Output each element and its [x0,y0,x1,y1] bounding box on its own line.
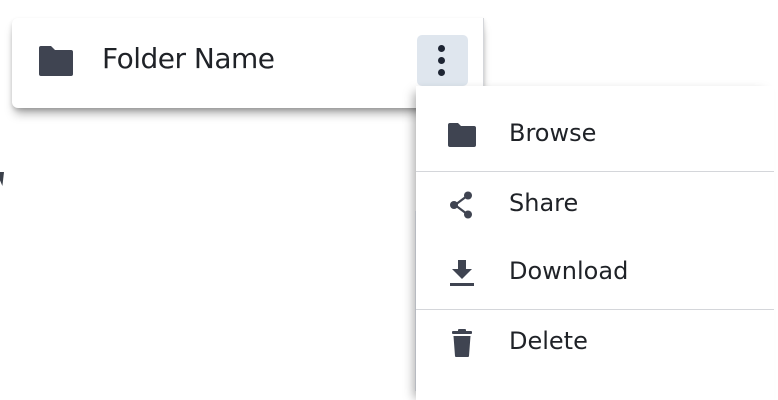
more-options-button[interactable] [417,35,468,86]
more-vertical-icon-dot [438,69,445,76]
folder-icon [37,45,75,77]
folder-name: Folder Name [102,42,275,75]
menu-item-download[interactable]: Download [416,242,774,302]
menu-item-label: Share [509,189,579,217]
menu-item-label: Delete [509,327,588,355]
menu-item-browse[interactable]: Browse [416,104,774,164]
download-icon [446,258,478,288]
more-vertical-icon-dot [438,57,445,64]
menu-divider [416,171,774,172]
folder-icon [446,120,478,150]
menu-item-label: Download [509,257,629,285]
trash-icon [446,328,478,358]
folder-card[interactable]: Folder Name [12,18,484,108]
stage: Folder Name Browse Share Download Delete [0,0,778,400]
menu-item-share[interactable]: Share [416,174,774,234]
menu-divider [416,309,774,310]
menu-item-label: Browse [509,119,597,147]
background-fragment [0,172,4,186]
more-vertical-icon [438,45,445,52]
share-icon [446,190,478,220]
menu-item-delete[interactable]: Delete [416,312,774,372]
context-menu: Browse Share Download Delete [415,86,774,400]
